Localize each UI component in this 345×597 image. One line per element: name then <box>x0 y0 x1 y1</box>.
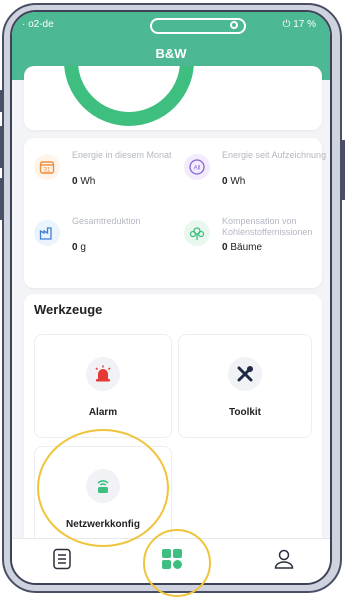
factory-icon <box>34 220 60 246</box>
wifi-router-icon <box>86 469 120 503</box>
stat-value: 0 Bäume <box>222 242 263 253</box>
stat-value: 0 g <box>72 242 86 253</box>
stat-label: Kompensation von Kohlenstoffemissionen <box>222 216 313 237</box>
phone-screen: · o2-de ⏻ 17 % B&W 31 Energie in diesem … <box>10 10 332 585</box>
carrier-label: · o2-de <box>22 19 54 30</box>
tool-label: Alarm <box>88 407 118 418</box>
page-title: B&W <box>155 46 187 61</box>
content-scroll[interactable]: 31 Energie in diesem Monat 0 Wh All Ener… <box>12 66 330 554</box>
svg-text:All: All <box>194 166 201 172</box>
tab-bar <box>12 538 330 583</box>
battery-label: ⏻ 17 % <box>282 19 317 30</box>
network-config-tool-button[interactable]: Netzwerkkonfig <box>34 446 172 550</box>
alarm-icon <box>86 357 120 391</box>
stat-value: 0 Wh <box>72 176 96 187</box>
toolkit-tool-button[interactable]: Toolkit <box>178 334 312 438</box>
tool-label: Toolkit <box>228 407 262 418</box>
stat-label: Gesamtreduktion <box>72 216 141 226</box>
list-icon <box>53 548 71 570</box>
calendar-icon: 31 <box>34 154 60 180</box>
stat-carbon-compensation: Kompensation von Kohlenstoffemissionen 0… <box>184 216 319 256</box>
dashboard-icon <box>162 549 182 569</box>
alarm-tool-button[interactable]: Alarm <box>34 334 172 438</box>
stat-energy-total: All Energie seit Aufzeichnung 0 Wh <box>184 150 326 190</box>
stat-value: 0 Wh <box>222 176 246 187</box>
tools-icon <box>228 357 262 391</box>
tools-section-title: Werkzeuge <box>34 302 103 317</box>
power-gauge-arc <box>64 66 194 126</box>
tree-icon <box>184 220 210 246</box>
stat-energy-month: 31 Energie in diesem Monat 0 Wh <box>34 150 174 190</box>
all-icon: All <box>184 154 210 180</box>
status-bar: · o2-de ⏻ 17 % <box>12 12 330 40</box>
tab-dashboard[interactable] <box>160 547 184 571</box>
power-gauge-card <box>24 66 322 130</box>
profile-icon <box>274 549 294 569</box>
notch <box>150 18 246 34</box>
stat-total-reduction: Gesamtreduktion 0 g <box>34 216 174 256</box>
stats-card: 31 Energie in diesem Monat 0 Wh All Ener… <box>24 138 326 288</box>
svg-text:31: 31 <box>44 168 51 174</box>
tab-list[interactable] <box>50 547 74 571</box>
stat-label: Energie in diesem Monat <box>72 150 172 160</box>
tab-profile[interactable] <box>272 547 296 571</box>
tool-label: Netzwerkkonfig <box>66 519 140 530</box>
stat-label: Energie seit Aufzeichnung <box>222 150 327 160</box>
